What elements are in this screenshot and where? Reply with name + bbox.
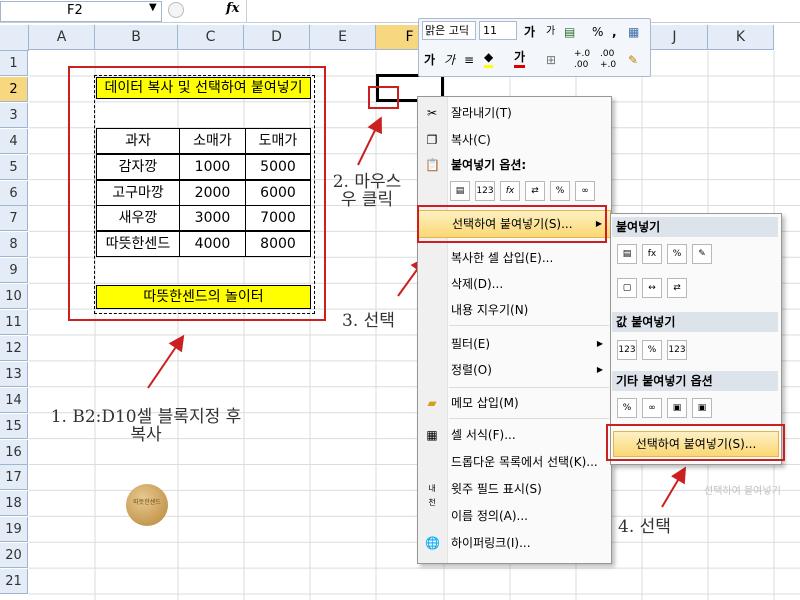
menu-separator: [449, 325, 609, 326]
annotation-box-submenu: [606, 424, 785, 461]
menu-item-phonetic[interactable]: 내천 윗주 필드 표시(S): [418, 477, 611, 507]
menu-item-label: 잘라내기(T): [451, 106, 512, 120]
percent-button[interactable]: %: [592, 21, 603, 43]
ghost-tooltip: 선택하여 붙여넣기: [704, 486, 781, 497]
paste-formatting-icon[interactable]: %: [550, 181, 570, 201]
format-painter-icon[interactable]: ▦: [628, 21, 639, 43]
menu-item-label: 윗주 필드 표시(S): [451, 482, 542, 496]
menu-item-insert-comment[interactable]: ▰ 메모 삽입(M): [418, 391, 611, 415]
menu-item-label: 삭제(D)...: [451, 277, 504, 291]
scissors-icon: ✂: [426, 106, 438, 120]
paste-link-icon[interactable]: ∞: [642, 398, 662, 418]
paste-values-icon[interactable]: 123: [617, 340, 637, 360]
menu-item-label: 셀 서식(F)...: [451, 428, 516, 442]
grow-font-button[interactable]: 가: [524, 21, 535, 43]
menu-item-format-cells[interactable]: ▦ 셀 서식(F)...: [418, 423, 611, 447]
menu-separator: [449, 387, 609, 388]
paste-formulas-icon[interactable]: fx: [500, 181, 520, 201]
align-center-icon[interactable]: ≡: [464, 49, 474, 71]
menu-separator: [449, 418, 609, 419]
menu-item-define-name[interactable]: 이름 정의(A)...: [418, 504, 611, 528]
italic-button[interactable]: 가: [444, 49, 455, 71]
comment-icon: ▰: [427, 396, 437, 410]
menu-item-delete[interactable]: 삭제(D)...: [418, 272, 611, 296]
copy-icon: ❐: [426, 133, 438, 147]
paste-formulas-number-format-icon[interactable]: %: [667, 244, 687, 264]
paste-keep-source-icon[interactable]: ✎: [692, 244, 712, 264]
paste-values-number-format-icon[interactable]: %: [642, 340, 662, 360]
menu-item-cut[interactable]: ✂ 잘라내기(T): [418, 101, 611, 125]
menu-item-insert-copied[interactable]: 복사한 셀 삽입(E)...: [418, 246, 611, 270]
comma-button[interactable]: ,: [612, 21, 617, 43]
paste-formatting-icon[interactable]: %: [617, 398, 637, 418]
paste-icon[interactable]: ▤: [450, 181, 470, 201]
paste-values-icon[interactable]: 123: [475, 181, 495, 201]
paste-column-widths-icon[interactable]: ↔: [642, 278, 662, 298]
font-color-button[interactable]: 가: [514, 49, 526, 68]
mini-toolbar: 맑은 고딕 11 가 가 ▤ % , ▦ 가 가 ≡ ◆ 가 ⊞ +.0 .00…: [418, 18, 651, 77]
menu-item-label: 내용 지우기(N): [451, 303, 529, 317]
phonetic-icon: 내천: [428, 484, 436, 507]
annotation-box-menu: [417, 205, 607, 243]
paste-no-borders-icon[interactable]: ▢: [617, 278, 637, 298]
menu-item-filter[interactable]: 필터(E) ▶: [418, 332, 611, 356]
currency-icon[interactable]: ▤: [564, 21, 575, 43]
borders-icon[interactable]: ⊞: [546, 49, 556, 71]
menu-item-label: 이름 정의(A)...: [451, 509, 528, 523]
menu-item-label: 메모 삽입(M): [451, 396, 519, 410]
font-size-box[interactable]: 11: [479, 21, 517, 40]
format-cells-icon: ▦: [426, 428, 438, 442]
shrink-font-button[interactable]: 가: [546, 21, 555, 43]
menu-item-label: 드롭다운 목록에서 선택(K)...: [451, 455, 598, 469]
paste-transpose-icon[interactable]: ⇄: [667, 278, 687, 298]
menu-section-label: 붙여넣기 옵션:: [451, 158, 527, 172]
menu-item-clear[interactable]: 내용 지우기(N): [418, 298, 611, 322]
menu-item-sort[interactable]: 정렬(O) ▶: [418, 358, 611, 382]
font-name-box[interactable]: 맑은 고딕: [422, 21, 476, 40]
paste-link-icon[interactable]: ∞: [575, 181, 595, 201]
chevron-right-icon: ▶: [596, 339, 603, 348]
menu-item-label: 복사한 셀 삽입(E)...: [451, 251, 554, 265]
bold-button[interactable]: 가: [424, 49, 435, 71]
chevron-right-icon: ▶: [596, 365, 603, 374]
menu-section-paste-options: 📋 붙여넣기 옵션:: [418, 153, 611, 177]
submenu-header-paste: 붙여넣기: [612, 217, 778, 237]
hyperlink-icon: 🌐: [425, 536, 440, 550]
submenu-header-other: 기타 붙여넣기 옵션: [612, 371, 778, 391]
decrease-decimal-button[interactable]: .00 +.0: [600, 49, 624, 71]
fill-color-icon[interactable]: ◆: [484, 49, 494, 68]
increase-decimal-button[interactable]: +.0 .00: [574, 49, 598, 71]
menu-item-hyperlink[interactable]: 🌐 하이퍼링크(I)...: [418, 531, 611, 555]
menu-item-pick-list[interactable]: 드롭다운 목록에서 선택(K)...: [418, 450, 611, 474]
paste-values-source-format-icon[interactable]: 123: [667, 340, 687, 360]
menu-item-label: 필터(E): [451, 337, 491, 351]
menu-item-copy[interactable]: ❐ 복사(C): [418, 128, 611, 152]
paste-transpose-icon[interactable]: ⇄: [525, 181, 545, 201]
menu-item-label: 하이퍼링크(I)...: [451, 536, 531, 550]
paste-linked-picture-icon[interactable]: ▣: [692, 398, 712, 418]
format-brush-icon[interactable]: ✎: [628, 49, 638, 71]
menu-item-label: 정렬(O): [451, 363, 492, 377]
paste-formulas-icon[interactable]: fx: [642, 244, 662, 264]
paste-picture-icon[interactable]: ▣: [667, 398, 687, 418]
submenu-header-values: 값 붙여넣기: [612, 312, 778, 332]
paste-icon[interactable]: ▤: [617, 244, 637, 264]
menu-item-label: 복사(C): [451, 133, 491, 147]
clipboard-icon: 📋: [425, 158, 440, 172]
context-menu: ✂ 잘라내기(T) ❐ 복사(C) 📋 붙여넣기 옵션: ▤ 123 fx ⇄ …: [417, 96, 612, 564]
